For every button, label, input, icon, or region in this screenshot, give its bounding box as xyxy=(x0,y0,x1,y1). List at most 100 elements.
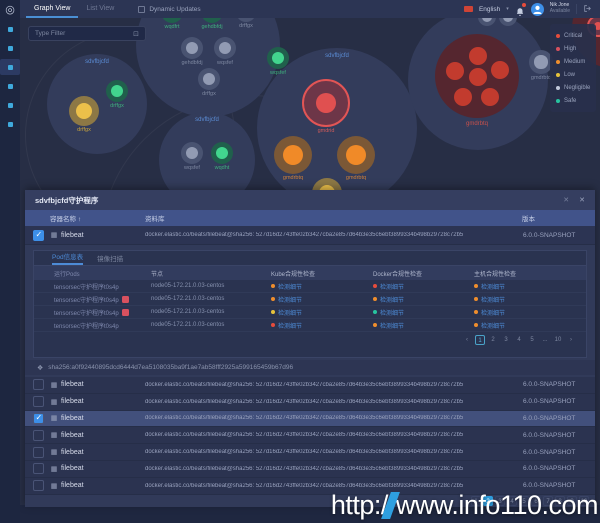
container-row[interactable]: ▦ filebeat docker.elastic.co/beats/fileb… xyxy=(25,427,595,444)
pagination-page[interactable]: 10 xyxy=(553,335,563,345)
severity-dot-icon xyxy=(556,60,560,64)
filter-icon[interactable]: ⊡ xyxy=(133,30,139,38)
container-row[interactable]: ▦ filebeat docker.elastic.co/beats/fileb… xyxy=(25,461,595,478)
pod-row[interactable]: tensorsec守护程序t0s4p node05-172.21.0.03-ce… xyxy=(34,306,586,319)
sidebar-item[interactable] xyxy=(0,59,20,75)
pagination-page[interactable]: 4 xyxy=(514,335,524,345)
pagination-page[interactable]: 3 xyxy=(501,335,511,345)
watermark-prefix: http:/ xyxy=(331,490,388,521)
graph-node[interactable] xyxy=(274,136,312,174)
pagination-next[interactable]: › xyxy=(566,335,576,345)
row-checkbox[interactable] xyxy=(33,379,44,390)
language-selector[interactable]: English xyxy=(479,6,500,13)
pod-table-header: 运行Pods 节点 Kube合规性检查 Docker合规性检查 主机合规性检查 xyxy=(34,266,586,280)
app-logo-icon[interactable]: ◎ xyxy=(0,0,20,18)
logout-icon[interactable] xyxy=(583,0,592,18)
container-version: 6.0.0-SNAPSHOT xyxy=(523,381,595,388)
row-checkbox[interactable] xyxy=(33,463,44,474)
check-details-link[interactable]: 检测细节 xyxy=(278,282,302,291)
graph-node[interactable] xyxy=(181,142,203,164)
row-checkbox[interactable] xyxy=(33,413,44,424)
graph-node[interactable] xyxy=(214,37,236,59)
language-flag-icon xyxy=(464,6,473,12)
row-checkbox[interactable] xyxy=(33,396,44,407)
row-checkbox[interactable] xyxy=(33,447,44,458)
card-tab[interactable]: Pod信息表 xyxy=(52,251,83,265)
nav-tab[interactable]: List View xyxy=(78,0,122,18)
type-filter-input[interactable]: Type Filter ⊡ xyxy=(28,26,146,41)
watermark: http:/ www.info110.com xyxy=(331,490,598,521)
notifications-bell-icon[interactable] xyxy=(515,4,525,14)
pod-row[interactable]: tensorsec守护程序t0s4p node05-172.21.0.03-ce… xyxy=(34,280,586,293)
check-details-link[interactable]: 检测细节 xyxy=(380,308,404,317)
check-details-link[interactable]: 检测细节 xyxy=(278,295,302,304)
sha-row[interactable]: ❖ sha256:a0f92440895dcd6444d7ea5108035ba… xyxy=(25,360,595,375)
pagination-page[interactable]: ... xyxy=(540,335,550,345)
severity-dot-icon xyxy=(556,99,560,103)
check-details-link[interactable]: 检测细节 xyxy=(278,308,302,317)
row-checkbox[interactable] xyxy=(33,230,44,241)
minimize-icon[interactable]: ✕ xyxy=(563,196,569,204)
sidebar-item[interactable] xyxy=(0,116,20,132)
check-details-link[interactable]: 检测细节 xyxy=(380,295,404,304)
column-kube-compliance: Kube合规性检查 xyxy=(271,269,373,278)
container-row[interactable]: ▦ filebeat docker.elastic.co/beats/fileb… xyxy=(25,377,595,394)
card-tab[interactable]: 镜像扫描 xyxy=(97,253,123,265)
pod-pagination: ‹ 1 2 3 4 5 ... 10 › xyxy=(34,332,586,348)
container-name: filebeat xyxy=(61,415,145,422)
divider xyxy=(576,4,577,14)
dynamic-updates-checkbox[interactable] xyxy=(138,6,145,13)
check-details-link[interactable]: 检测细节 xyxy=(278,321,302,330)
sha-digest: sha256:a0f92440895dcd6444d7ea5108035ba9f… xyxy=(48,364,293,371)
check-status-dot xyxy=(373,323,377,327)
check-details-link[interactable]: 检测细节 xyxy=(481,308,505,317)
check-details-link[interactable]: 检测细节 xyxy=(380,321,404,330)
graph-node[interactable] xyxy=(69,96,99,126)
check-details-link[interactable]: 检测细节 xyxy=(481,321,505,330)
graph-node[interactable] xyxy=(267,47,289,69)
container-row[interactable]: ▦ filebeat docker.elastic.co/beats/fileb… xyxy=(25,444,595,461)
pod-name: tensorsec守护程序t0s4p xyxy=(54,308,119,317)
pagination-page[interactable]: 1 xyxy=(475,335,485,345)
nav-tab[interactable]: Graph View xyxy=(26,0,78,18)
legend-item: Negligible xyxy=(556,81,590,94)
container-row-selected[interactable]: ▦ filebeat docker.elastic.co/beats/fileb… xyxy=(25,226,595,245)
graph-node[interactable] xyxy=(481,88,499,106)
check-details-link[interactable]: 检测细节 xyxy=(481,295,505,304)
legend-label: High xyxy=(564,46,576,52)
graph-node[interactable] xyxy=(454,88,472,106)
check-details-link[interactable]: 检测细节 xyxy=(380,282,404,291)
sidebar-item[interactable] xyxy=(0,97,20,113)
legend-item: High xyxy=(556,42,590,55)
pod-row[interactable]: tensorsec守护程序t0s4p node05-172.21.0.03-ce… xyxy=(34,319,586,332)
avatar[interactable] xyxy=(531,3,544,16)
graph-node[interactable] xyxy=(337,136,375,174)
node-core-icon xyxy=(216,147,228,159)
graph-node[interactable] xyxy=(181,37,203,59)
container-row[interactable]: ▦ filebeat docker.elastic.co/beats/fileb… xyxy=(25,394,595,411)
graph-node[interactable] xyxy=(469,68,487,86)
graph-node[interactable] xyxy=(469,47,487,65)
graph-node[interactable] xyxy=(198,68,220,90)
sidebar-item[interactable] xyxy=(0,40,20,56)
graph-node[interactable] xyxy=(491,61,509,79)
pagination-prev[interactable]: ‹ xyxy=(462,335,472,345)
graph-node[interactable] xyxy=(302,79,350,127)
pod-info-card: Pod信息表 镜像扫描 运行Pods 节点 Kube合规性检查 Docker合规… xyxy=(33,250,587,358)
graph-node[interactable] xyxy=(446,62,464,80)
container-row[interactable]: ▦ filebeat docker.elastic.co/beats/fileb… xyxy=(25,411,595,428)
user-info[interactable]: Nik Jone Available xyxy=(550,3,570,15)
sort-arrow-icon[interactable]: ↑ xyxy=(78,216,81,223)
row-checkbox[interactable] xyxy=(33,430,44,441)
container-repo: docker.elastic.co/beats/filebeat@sha256:… xyxy=(145,415,523,421)
graph-node[interactable] xyxy=(106,80,128,102)
row-checkbox[interactable] xyxy=(33,480,44,491)
pagination-page[interactable]: 2 xyxy=(488,335,498,345)
sidebar-item[interactable] xyxy=(0,21,20,37)
close-icon[interactable]: ✕ xyxy=(579,196,585,204)
sidebar-item[interactable] xyxy=(0,78,20,94)
graph-node[interactable] xyxy=(211,142,233,164)
pod-row[interactable]: tensorsec守护程序t0s4p node05-172.21.0.03-ce… xyxy=(34,293,586,306)
check-details-link[interactable]: 检测细节 xyxy=(481,282,505,291)
pagination-page[interactable]: 5 xyxy=(527,335,537,345)
